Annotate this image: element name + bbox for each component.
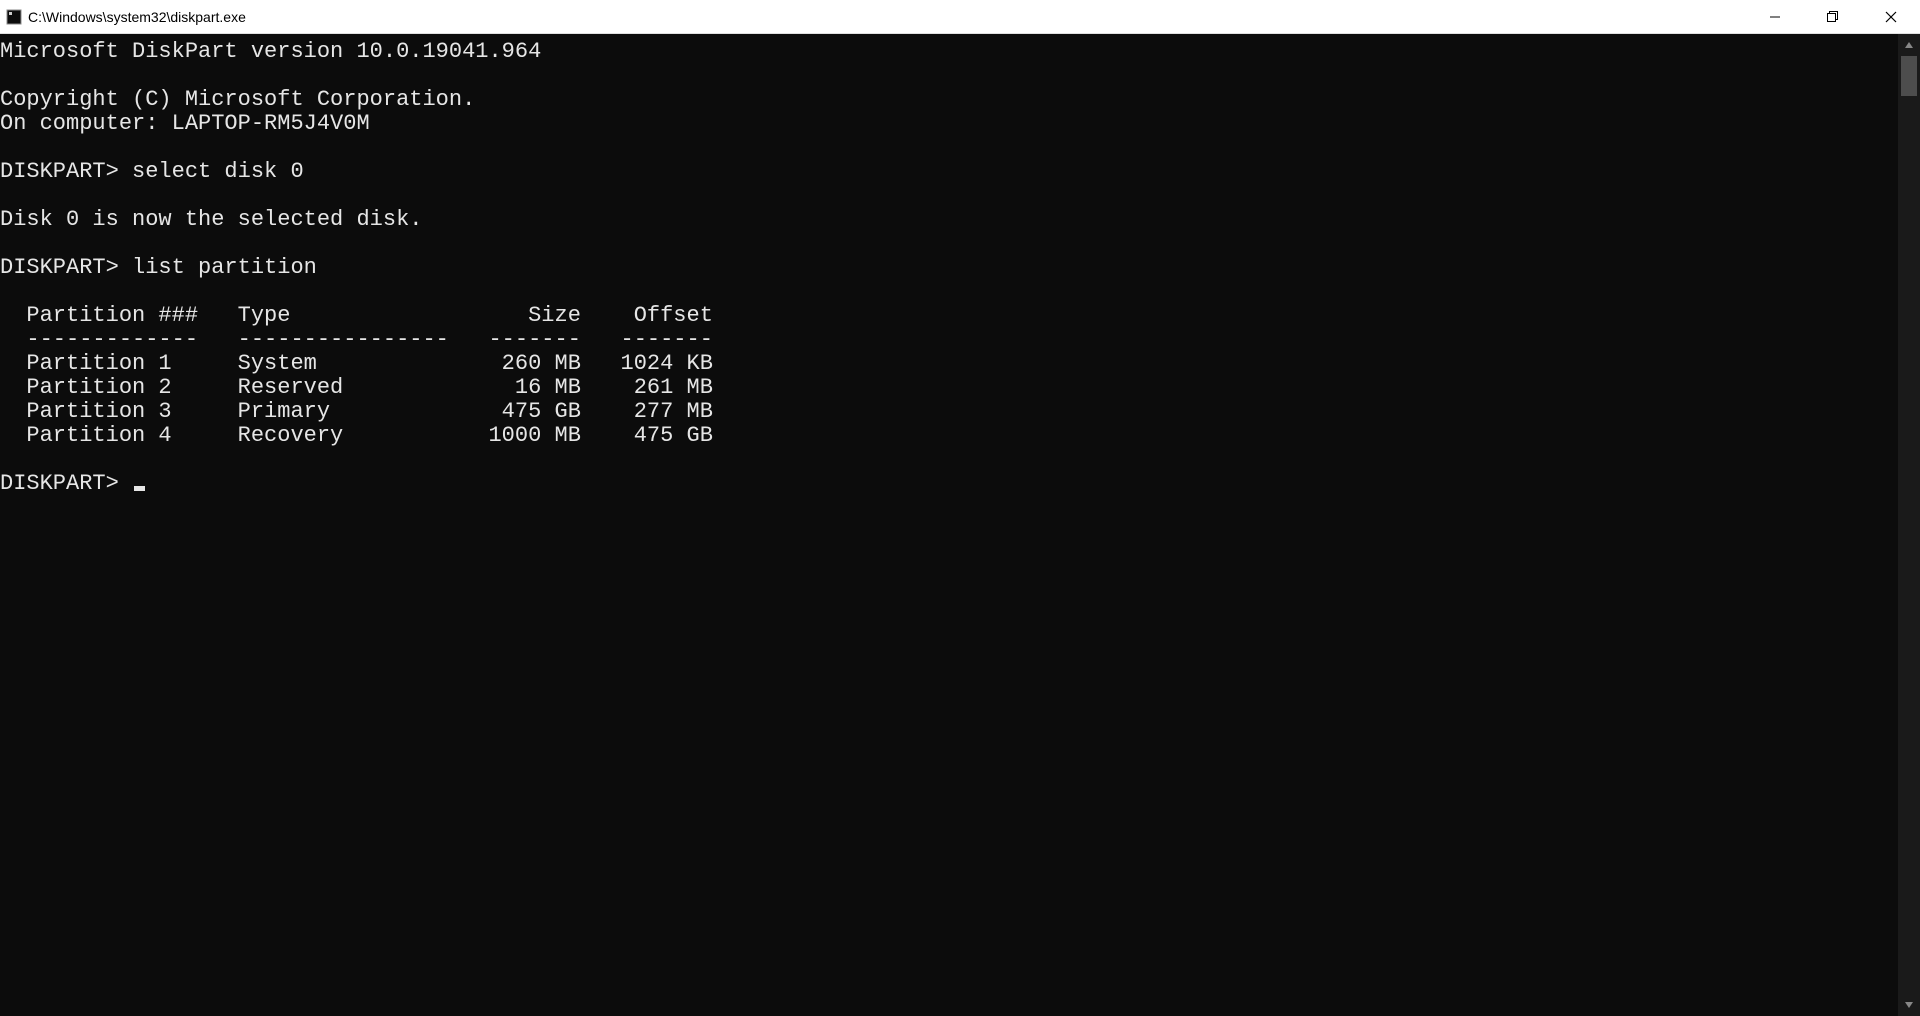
scroll-down-button[interactable] [1898, 994, 1920, 1016]
terminal-line: Microsoft DiskPart version 10.0.19041.96… [0, 40, 1898, 64]
terminal-prompt-line[interactable]: DISKPART> [0, 472, 1898, 496]
terminal-line [0, 280, 1898, 304]
terminal-area[interactable]: Microsoft DiskPart version 10.0.19041.96… [0, 34, 1920, 1016]
titlebar[interactable]: C:\Windows\system32\diskpart.exe [0, 0, 1920, 34]
terminal-line: Disk 0 is now the selected disk. [0, 208, 1898, 232]
terminal-line: Copyright (C) Microsoft Corporation. [0, 88, 1898, 112]
cursor [134, 486, 145, 491]
scroll-up-button[interactable] [1898, 34, 1920, 56]
maximize-button[interactable] [1804, 0, 1862, 33]
terminal-line: On computer: LAPTOP-RM5J4V0M [0, 112, 1898, 136]
vertical-scrollbar[interactable] [1898, 34, 1920, 1016]
minimize-button[interactable] [1746, 0, 1804, 33]
scroll-thumb[interactable] [1901, 56, 1917, 96]
terminal-line: ------------- ---------------- ------- -… [0, 328, 1898, 352]
terminal-line: DISKPART> list partition [0, 256, 1898, 280]
terminal-line: Partition 1 System 260 MB 1024 KB [0, 352, 1898, 376]
terminal-line: Partition ### Type Size Offset [0, 304, 1898, 328]
terminal-line: Partition 2 Reserved 16 MB 261 MB [0, 376, 1898, 400]
terminal-line: DISKPART> select disk 0 [0, 160, 1898, 184]
terminal-output[interactable]: Microsoft DiskPart version 10.0.19041.96… [0, 34, 1898, 1016]
terminal-line [0, 136, 1898, 160]
terminal-line [0, 232, 1898, 256]
app-icon [6, 9, 22, 25]
diskpart-window: C:\Windows\system32\diskpart.exe Microso [0, 0, 1920, 1016]
close-button[interactable] [1862, 0, 1920, 33]
terminal-line: Partition 4 Recovery 1000 MB 475 GB [0, 424, 1898, 448]
terminal-line: Partition 3 Primary 475 GB 277 MB [0, 400, 1898, 424]
terminal-line [0, 64, 1898, 88]
prompt: DISKPART> [0, 471, 132, 496]
window-controls [1746, 0, 1920, 33]
terminal-line [0, 184, 1898, 208]
window-title: C:\Windows\system32\diskpart.exe [28, 9, 246, 25]
terminal-line [0, 448, 1898, 472]
